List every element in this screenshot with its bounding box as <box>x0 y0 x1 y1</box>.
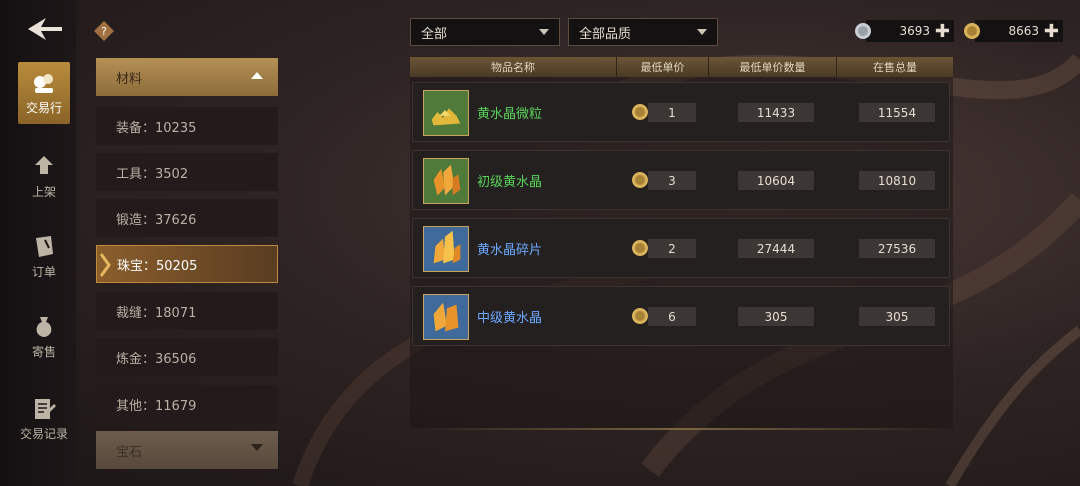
consign-icon <box>36 317 52 337</box>
min-price: 1 <box>648 103 696 122</box>
gold-amount: 8663 <box>1008 24 1039 38</box>
citrine-crystal-icon <box>423 158 469 204</box>
category-label: 裁缝：18071 <box>116 305 197 321</box>
silver-currency: 3693 ✚ <box>854 18 954 44</box>
category-footer-label: 宝石 <box>116 444 143 460</box>
column-header-name: 物品名称 <box>410 57 617 77</box>
add-gold-button[interactable]: ✚ <box>1044 21 1059 42</box>
column-header-total: 在售总量 <box>873 61 917 74</box>
table-row[interactable]: 黄水晶碎片 2 27444 27536 <box>412 218 950 278</box>
chevron-down-icon <box>697 29 707 35</box>
help-icon[interactable]: ? <box>93 20 115 42</box>
category-item[interactable]: 装备：10235 <box>96 107 278 145</box>
intermediate-citrine-icon <box>423 294 469 340</box>
item-name: 初级黄水晶 <box>477 174 543 190</box>
nav-label-consign: 寄售 <box>31 345 56 359</box>
citrine-dust-icon <box>423 90 469 136</box>
citrine-shard-icon <box>423 226 469 272</box>
svg-text:?: ? <box>101 25 107 38</box>
back-arrow-icon <box>28 18 62 40</box>
back-button[interactable] <box>20 10 68 48</box>
min-price-qty: 11433 <box>738 103 814 122</box>
selected-marker-icon <box>99 253 111 277</box>
quality-filter-dropdown[interactable]: 全部品质 <box>568 18 718 46</box>
nav-item-listing[interactable]: 上架 <box>18 146 70 208</box>
min-price: 6 <box>648 307 696 326</box>
category-label: 锻造：37626 <box>116 212 197 228</box>
total-on-sale: 305 <box>859 307 935 326</box>
item-name: 黄水晶碎片 <box>477 242 543 258</box>
type-filter-value: 全部 <box>421 26 448 42</box>
nav-label-trade: 交易行 <box>25 101 62 115</box>
min-price-qty: 27444 <box>738 239 814 258</box>
category-header-gems[interactable]: 宝石 <box>96 431 278 469</box>
category-item-selected[interactable]: 珠宝：50205 <box>96 245 278 283</box>
category-label: 炼金：36506 <box>116 351 197 367</box>
trade-icon <box>34 74 53 93</box>
min-price: 2 <box>648 239 696 258</box>
category-label: 装备：10235 <box>116 120 197 136</box>
nav-label-listing: 上架 <box>31 185 56 199</box>
min-price: 3 <box>648 171 696 190</box>
category-label: 珠宝：50205 <box>117 258 198 274</box>
chevron-up-icon <box>251 72 263 79</box>
total-on-sale: 10810 <box>859 171 935 190</box>
category-item[interactable]: 锻造：37626 <box>96 199 278 237</box>
gold-currency: 8663 ✚ <box>963 18 1063 44</box>
quality-filter-value: 全部品质 <box>579 26 632 42</box>
category-item[interactable]: 工具：3502 <box>96 153 278 191</box>
nav-item-trade[interactable]: 交易行 <box>18 62 70 124</box>
nav-label-order: 订单 <box>31 265 56 279</box>
chevron-down-icon <box>251 444 263 451</box>
table-row[interactable]: 黄水晶微粒 1 11433 11554 <box>412 82 950 142</box>
chevron-down-icon <box>539 29 549 35</box>
gold-coin-icon <box>632 308 648 324</box>
table-bottom-divider <box>410 428 953 430</box>
type-filter-dropdown[interactable]: 全部 <box>410 18 560 46</box>
nav-item-order[interactable]: 订单 <box>18 226 70 288</box>
silver-amount: 3693 <box>899 24 930 38</box>
column-header-min-price: 最低单价 <box>617 57 709 77</box>
category-header-materials[interactable]: 材料 <box>96 58 278 96</box>
total-on-sale: 27536 <box>859 239 935 258</box>
category-item[interactable]: 裁缝：18071 <box>96 292 278 330</box>
category-label: 工具：3502 <box>116 166 189 182</box>
nav-label-record: 交易记录 <box>19 427 68 441</box>
left-nav: 交易行 上架 订单 寄售 交易记录 <box>0 0 76 486</box>
item-name: 黄水晶微粒 <box>477 106 543 122</box>
total-on-sale: 11554 <box>859 103 935 122</box>
gold-coin-icon <box>632 240 648 256</box>
order-icon <box>36 236 53 257</box>
table-header: 物品名称 最低单价 最低单价数量 在售总量 <box>410 57 953 77</box>
gold-coin-icon <box>964 23 980 39</box>
item-table: 物品名称 最低单价 最低单价数量 在售总量 黄水晶微粒 1 11433 1155… <box>410 57 953 429</box>
table-row[interactable]: 中级黄水晶 6 305 305 <box>412 286 950 346</box>
item-name: 中级黄水晶 <box>477 310 543 326</box>
category-header-label: 材料 <box>116 71 143 87</box>
category-item[interactable]: 其他：11679 <box>96 385 278 423</box>
record-icon <box>35 399 56 419</box>
category-label: 其他：11679 <box>116 398 197 414</box>
listing-icon <box>35 156 53 174</box>
add-silver-button[interactable]: ✚ <box>935 21 950 42</box>
nav-item-record[interactable]: 交易记录 <box>18 388 70 450</box>
nav-item-consign[interactable]: 寄售 <box>18 306 70 368</box>
table-row[interactable]: 初级黄水晶 3 10604 10810 <box>412 150 950 210</box>
column-header-min-price-qty: 最低单价数量 <box>709 57 837 77</box>
min-price-qty: 10604 <box>738 171 814 190</box>
min-price-qty: 305 <box>738 307 814 326</box>
category-item[interactable]: 炼金：36506 <box>96 338 278 376</box>
gold-coin-icon <box>632 172 648 188</box>
gold-coin-icon <box>632 104 648 120</box>
silver-coin-icon <box>855 23 871 39</box>
